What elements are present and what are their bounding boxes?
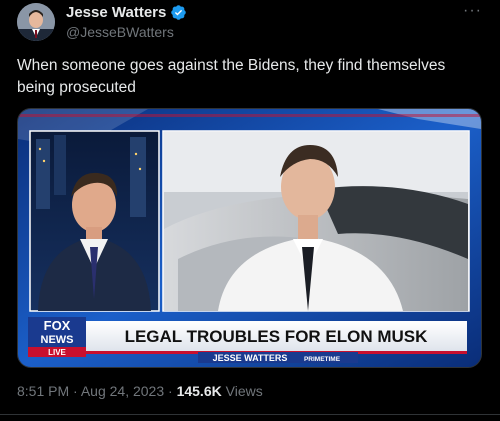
tweet-time[interactable]: 8:51 PM [17,383,69,399]
fox-logo-top: FOX [44,318,71,333]
tweet-text: When someone goes against the Bidens, th… [17,57,446,96]
tweet-media[interactable]: FOX NEWS LIVE LEGAL TROUBLES FOR ELON MU… [17,108,482,368]
more-options-icon[interactable]: ··· [463,2,482,20]
verified-badge-icon [171,5,187,20]
tweet-metadata: 8:51 PM · Aug 24, 2023 · 145.6K Views [17,383,263,399]
guest-panel [162,130,470,312]
author-name-row[interactable]: Jesse Watters [66,4,187,21]
show-name: JESSE WATTERS [213,353,288,363]
chyron-headline: LEGAL TROUBLES FOR ELON MUSK [125,327,429,346]
author-display-name[interactable]: Jesse Watters [66,4,166,21]
divider [0,414,500,415]
views-label: Views [225,383,263,399]
live-badge: LIVE [48,348,66,357]
show-tag: PRIMETIME [304,356,341,363]
host-panel [29,130,160,312]
author-handle[interactable]: @JesseBWatters [66,24,174,40]
avatar-image [17,3,55,41]
media-image: FOX NEWS LIVE LEGAL TROUBLES FOR ELON MU… [18,109,481,367]
tweet-date[interactable]: Aug 24, 2023 [81,383,164,399]
fox-logo-bottom: NEWS [41,334,74,346]
views-count[interactable]: 145.6K [177,383,222,399]
separator-dot: · [168,383,173,399]
separator-dot: · [73,383,78,399]
avatar[interactable] [17,3,55,41]
